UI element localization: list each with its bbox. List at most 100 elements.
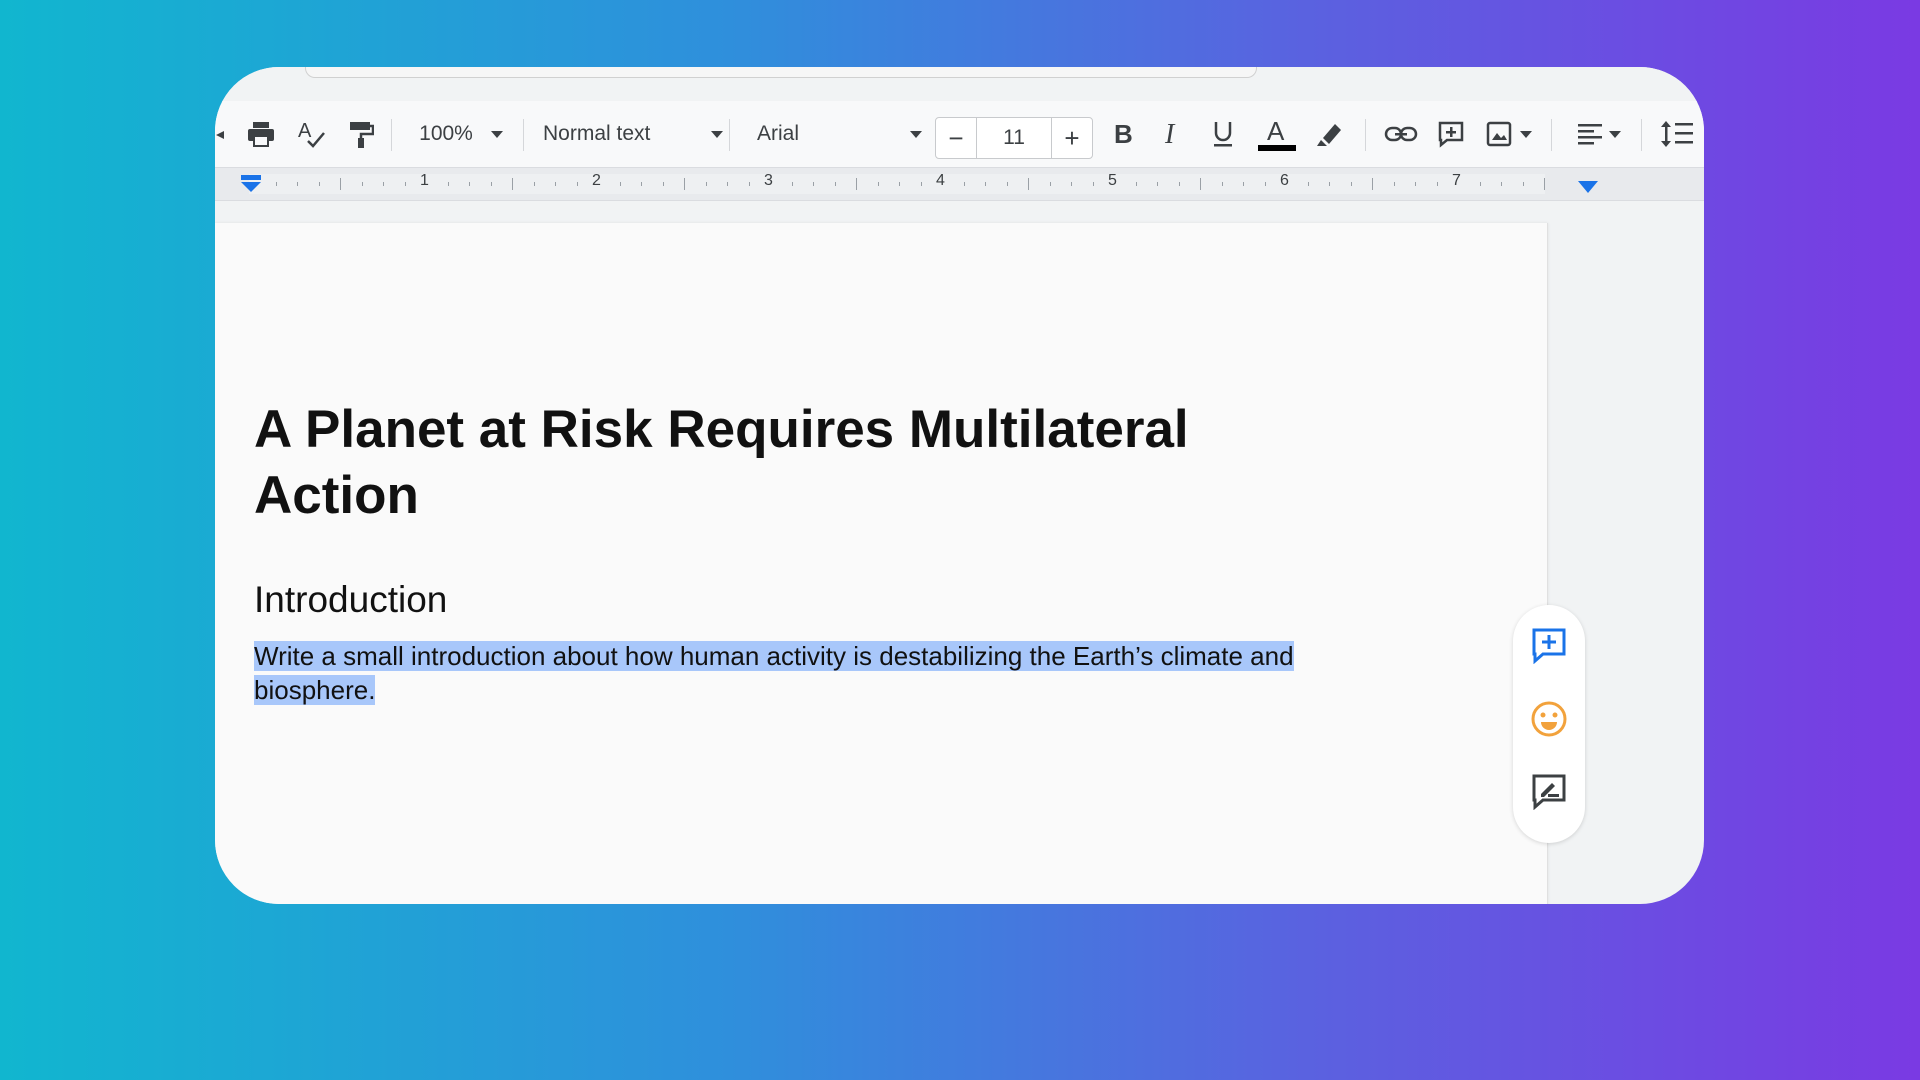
toolbar-divider [1365,119,1366,151]
ruler-tick [1307,182,1309,186]
ruler-tick [748,182,750,186]
ruler-tick [404,182,406,186]
add-comment-side-icon[interactable] [1529,625,1569,665]
ruler-number: 4 [936,172,945,189]
ruler-tick [1436,182,1438,186]
toolbar-overflow-icon[interactable] [215,101,225,167]
ruler-tick [1221,182,1223,186]
document-title[interactable]: A Planet at Risk Requires Multilateral A… [254,397,1354,529]
ruler-tick [1264,182,1266,186]
underline-icon[interactable] [1203,101,1243,167]
font-size-increase-button[interactable]: + [1051,118,1092,158]
style-select[interactable]: Normal text [543,101,723,167]
toolbar-divider [1551,119,1552,151]
ruler-tick [1501,182,1502,186]
svg-text:A: A [298,120,312,142]
svg-text:B: B [1114,121,1133,147]
align-icon [1578,124,1602,145]
right-indent-marker[interactable] [1577,180,1599,194]
font-value: Arial [757,122,800,145]
italic-icon[interactable]: I [1153,101,1193,167]
side-action-panel [1513,605,1585,843]
ruler-tick [619,182,621,186]
ruler-tick [985,182,986,186]
ruler-tick [275,182,277,186]
toolbar-divider [391,119,392,151]
ruler-tick [555,182,556,186]
ruler-tick [1522,182,1524,186]
chevron-down-icon [1609,130,1621,138]
ruler-tick [662,182,664,186]
ruler-tick [1243,182,1244,186]
ruler-tick [1544,178,1545,190]
highlight-icon[interactable] [1309,101,1349,167]
zoom-select[interactable]: 100% [411,101,511,167]
ruler-tick [727,182,728,186]
menu-bar-edge [305,67,1257,78]
svg-text:I: I [1164,121,1176,147]
ruler-tick [297,182,298,186]
ruler-tick [469,182,470,186]
toolbar-divider [729,119,730,151]
docs-window: A 100% Normal text Arial − 11 + B I A 1 … [215,67,1704,904]
toolbar-divider [1641,119,1642,151]
ruler-tick [1028,178,1029,190]
ruler[interactable]: 1 2 3 4 5 6 7 [215,167,1704,201]
insert-image-button[interactable] [1481,101,1537,167]
ruler-tick [1200,178,1201,190]
selected-text[interactable]: Write a small introduction about how hum… [254,641,1294,705]
ruler-tick [318,182,320,186]
bold-icon[interactable]: B [1103,101,1143,167]
ruler-tick [963,182,965,186]
ruler-tick [856,178,857,190]
body-paragraph[interactable]: Write a small introduction about how hum… [254,639,1354,707]
ruler-tick [447,182,449,186]
ruler-number: 7 [1452,172,1461,189]
zoom-value: 100% [419,122,473,145]
line-spacing-icon[interactable] [1657,101,1697,167]
chevron-down-icon [490,130,503,138]
ruler-tick [1178,182,1180,186]
emoji-reaction-icon[interactable] [1529,699,1569,739]
ruler-tick [1071,182,1072,186]
svg-text:A: A [1267,116,1285,146]
ruler-tick [1415,182,1416,186]
document-page[interactable]: A Planet at Risk Requires Multilateral A… [215,223,1548,904]
text-color-icon[interactable]: A [1255,101,1299,167]
spellcheck-icon[interactable]: A [291,101,331,167]
font-size-input[interactable]: 11 [977,118,1051,158]
ruler-tick [383,182,384,186]
ruler-tick [1329,182,1330,186]
left-indent-marker[interactable] [239,174,263,194]
ruler-number: 2 [592,172,601,189]
ruler-tick [340,178,341,190]
section-heading[interactable]: Introduction [254,579,447,621]
ruler-tick [813,182,814,186]
font-size-decrease-button[interactable]: − [936,118,977,158]
ruler-tick [490,182,492,186]
ruler-tick [1092,182,1094,186]
ruler-tick [684,178,685,190]
paint-format-icon[interactable] [341,101,381,167]
ruler-number: 3 [764,172,773,189]
ruler-tick [1479,182,1481,186]
suggest-edits-icon[interactable] [1529,771,1569,811]
font-select[interactable]: Arial [757,101,922,167]
ruler-tick [877,182,879,186]
ruler-tick [1157,182,1158,186]
add-comment-icon[interactable] [1431,101,1471,167]
ruler-tick [641,182,642,186]
ruler-tick [791,182,793,186]
link-icon[interactable] [1381,101,1421,167]
formatting-toolbar: A 100% Normal text Arial − 11 + B I A [215,101,1704,167]
ruler-tick [1006,182,1008,186]
ruler-tick [1049,182,1051,186]
font-size-stepper: − 11 + [935,117,1093,159]
ruler-tick [512,178,513,190]
ruler-tick [1135,182,1137,186]
style-value: Normal text [543,122,651,145]
align-button[interactable] [1571,101,1627,167]
ruler-tick [705,182,707,186]
ruler-tick [834,182,836,186]
print-icon[interactable] [241,101,281,167]
